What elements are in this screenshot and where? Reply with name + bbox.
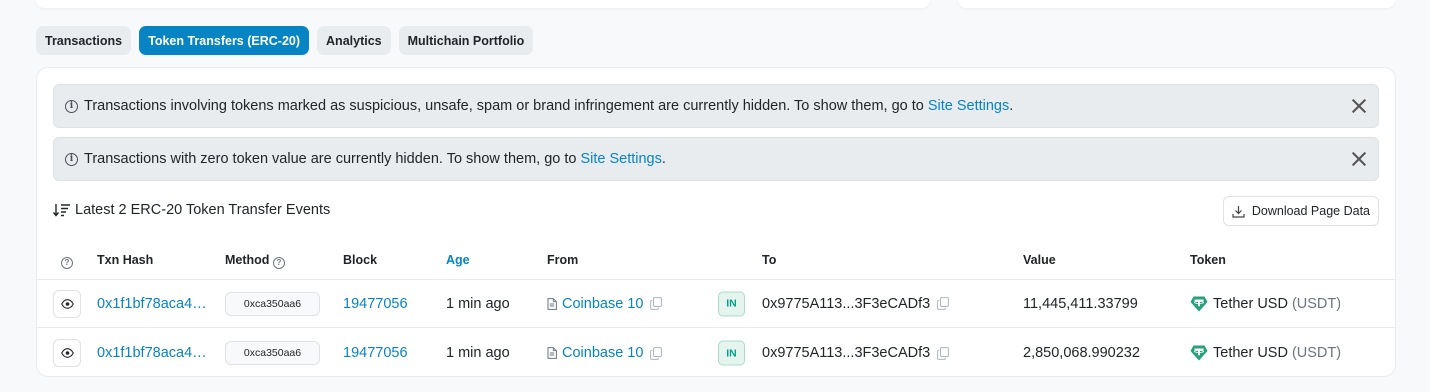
site-settings-link[interactable]: Site Settings [580, 151, 661, 167]
alert-text: Transactions involving tokens marked as … [84, 98, 924, 114]
download-icon [1232, 205, 1245, 218]
tether-token-icon [1190, 345, 1208, 361]
column-method-label: Method [225, 253, 270, 267]
info-icon: i [65, 152, 78, 166]
from-link[interactable]: Coinbase 10 [562, 345, 643, 361]
value-amount: 2,850,068.990232 [1023, 345, 1140, 361]
direction-badge: IN [718, 291, 745, 316]
download-label: Download Page Data [1251, 204, 1370, 218]
hidden-zero-value-alert: i Transactions with zero token value are… [53, 137, 1379, 181]
block-link[interactable]: 19477056 [343, 345, 408, 361]
preview-eye-button[interactable] [53, 289, 81, 318]
token-name: Tether USD [1213, 345, 1288, 361]
column-from: From [547, 253, 579, 267]
tab-multichain-portfolio[interactable]: Multichain Portfolio [398, 26, 534, 55]
download-page-data-button[interactable]: Download Page Data [1222, 196, 1379, 226]
table-row: 0x1f1bf78aca4… 0xca350aa6 19477056 1 min… [37, 280, 1395, 328]
events-title: Latest 2 ERC-20 Token Transfer Events [75, 202, 331, 218]
alert-period: . [661, 151, 666, 167]
token-name: Tether USD [1213, 295, 1288, 312]
tab-bar: Transactions Token Transfers (ERC-20) An… [36, 26, 534, 55]
hidden-suspicious-alert: i Transactions involving tokens marked a… [53, 84, 1379, 128]
token-symbol: (USDT) [1291, 295, 1342, 312]
from-address: Coinbase 10 [547, 296, 663, 312]
sort-desc-icon[interactable] [53, 203, 71, 217]
method-badge: 0xca350aa6 [225, 341, 320, 365]
column-value: Value [1023, 253, 1056, 267]
close-icon[interactable] [1350, 97, 1368, 115]
method-badge: 0xca350aa6 [225, 291, 320, 316]
to-address: 0x9775A113...3F3eCADf3 [762, 345, 950, 361]
copy-icon[interactable] [650, 297, 663, 310]
txn-hash-link[interactable]: 0x1f1bf78aca4… [97, 345, 207, 361]
copy-icon[interactable] [650, 346, 663, 360]
eye-icon [60, 348, 74, 358]
tab-transactions[interactable]: Transactions [36, 26, 132, 55]
top-card-edge [958, 0, 1395, 8]
from-address: Coinbase 10 [547, 345, 663, 361]
column-txn-hash: Txn Hash [97, 253, 154, 267]
contract-doc-icon [547, 347, 557, 359]
tab-analytics[interactable]: Analytics [317, 26, 391, 55]
column-block: Block [343, 253, 378, 267]
age-value: 1 min ago [446, 295, 510, 312]
copy-icon[interactable] [937, 297, 950, 310]
events-summary: Latest 2 ERC-20 Token Transfer Events [53, 202, 330, 218]
value-amount: 11,445,411.33799 [1023, 295, 1138, 312]
contract-doc-icon [547, 297, 557, 310]
close-icon[interactable] [1350, 150, 1368, 168]
copy-icon[interactable] [937, 346, 950, 360]
alert-period: . [1009, 98, 1014, 114]
tab-token-transfers[interactable]: Token Transfers (ERC-20) [139, 26, 310, 55]
alert-text: Transactions with zero token value are c… [84, 151, 577, 167]
help-column[interactable]: ? [61, 253, 73, 269]
tether-token-icon [1190, 296, 1208, 311]
block-link[interactable]: 19477056 [343, 296, 408, 312]
column-to: To [762, 253, 777, 267]
preview-eye-button[interactable] [53, 339, 81, 367]
token-symbol: (USDT) [1291, 345, 1342, 361]
token-link[interactable]: Tether USD (USDT) [1190, 296, 1341, 312]
to-address-value: 0x9775A113...3F3eCADf3 [762, 295, 931, 312]
column-age-toggle[interactable]: Age [446, 253, 470, 267]
question-icon[interactable]: ? [272, 256, 285, 269]
column-method: Method ? [225, 253, 285, 269]
info-icon: i [65, 99, 78, 113]
token-link[interactable]: Tether USD (USDT) [1190, 345, 1341, 361]
to-address-value: 0x9775A113...3F3eCADf3 [762, 345, 931, 361]
question-icon: ? [61, 256, 73, 269]
age-value: 1 min ago [446, 345, 510, 361]
table-row: 0x1f1bf78aca4… 0xca350aa6 19477056 1 min… [37, 329, 1395, 376]
to-address: 0x9775A113...3F3eCADf3 [762, 295, 950, 312]
eye-icon [60, 298, 74, 309]
direction-badge: IN [718, 340, 745, 366]
column-token: Token [1190, 253, 1226, 267]
token-transfers-card: i Transactions involving tokens marked a… [36, 67, 1396, 377]
txn-hash-link[interactable]: 0x1f1bf78aca4… [97, 296, 207, 312]
table-header: ? Txn Hash Method ? Block Age From To Va… [37, 240, 1395, 280]
site-settings-link[interactable]: Site Settings [928, 98, 1009, 114]
top-card-edge [36, 0, 930, 8]
from-link[interactable]: Coinbase 10 [562, 296, 643, 312]
